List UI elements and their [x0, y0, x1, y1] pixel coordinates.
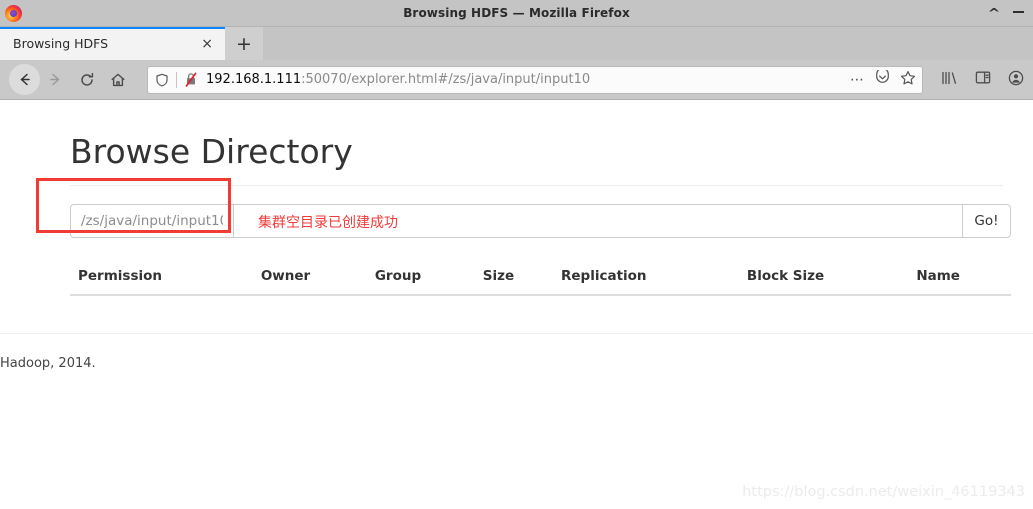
browser-toolbar-right	[931, 70, 1024, 90]
window-controls: ^	[988, 7, 1033, 19]
url-path: :50070/explorer.html#/zs/java/input/inpu…	[301, 72, 591, 87]
back-arrow-icon[interactable]	[9, 64, 40, 95]
go-button[interactable]: Go!	[962, 204, 1011, 238]
path-input[interactable]	[70, 204, 234, 238]
path-form-row: Go! 集群空目录已创建成功	[36, 178, 1011, 250]
library-icon[interactable]	[941, 70, 958, 90]
chevron-up-icon[interactable]: ^	[988, 7, 1001, 19]
url-divider	[176, 71, 177, 88]
star-icon[interactable]	[900, 70, 916, 90]
pocket-icon[interactable]	[875, 67, 890, 89]
directory-listing-table: Permission Owner Group Size Replication …	[70, 260, 1011, 296]
page-content: Browse Directory Go! 集群空目录已创建成功 Permissi…	[0, 100, 1033, 508]
table-header-row: Permission Owner Group Size Replication …	[70, 260, 1011, 296]
close-icon[interactable]: ×	[197, 35, 217, 53]
home-icon[interactable]	[102, 64, 133, 95]
column-header-owner[interactable]: Owner	[252, 260, 367, 296]
annotation-note: 集群空目录已创建成功	[258, 215, 398, 231]
firefox-logo	[5, 4, 22, 22]
url-text[interactable]: 192.168.1.111:50070/explorer.html#/zs/ja…	[206, 72, 842, 87]
url-host: 192.168.1.111	[206, 72, 302, 87]
page-title: Browse Directory	[70, 132, 353, 171]
plus-icon[interactable]: +	[225, 27, 263, 60]
column-header-block-size[interactable]: Block Size	[738, 260, 909, 296]
url-bar[interactable]: 192.168.1.111:50070/explorer.html#/zs/ja…	[147, 65, 923, 94]
tab-strip: Browsing HDFS × +	[0, 27, 1033, 60]
table-header: Permission Owner Group Size Replication …	[70, 260, 1011, 296]
column-header-size[interactable]: Size	[474, 260, 553, 296]
window-title-bar: Browsing HDFS — Mozilla Firefox ^	[0, 0, 1033, 27]
reload-icon[interactable]	[71, 64, 102, 95]
window-title: Browsing HDFS — Mozilla Firefox	[403, 6, 630, 20]
content-divider-bottom	[0, 333, 1033, 334]
path-input-group: Go!	[70, 204, 1011, 238]
column-header-replication[interactable]: Replication	[552, 260, 739, 296]
content-container: Browse Directory Go! 集群空目录已创建成功 Permissi…	[0, 100, 1033, 296]
ellipsis-icon[interactable]: ⋯	[850, 72, 865, 88]
tab-label: Browsing HDFS	[13, 36, 109, 51]
watermark: https://blog.csdn.net/weixin_46119343	[742, 484, 1025, 500]
browser-tab[interactable]: Browsing HDFS ×	[0, 27, 225, 60]
lock-crossed-out-icon[interactable]	[184, 72, 198, 87]
navigation-toolbar: 192.168.1.111:50070/explorer.html#/zs/ja…	[0, 60, 1033, 100]
column-header-permission[interactable]: Permission	[70, 260, 253, 296]
account-avatar-icon[interactable]	[1008, 70, 1024, 90]
page-footer: Hadoop, 2014.	[0, 356, 96, 371]
url-action-icons: ⋯	[842, 67, 916, 90]
sidebar-icon[interactable]	[975, 70, 991, 89]
column-header-name[interactable]: Name	[908, 260, 1011, 296]
forward-arrow-icon	[40, 64, 71, 95]
shield-icon[interactable]	[155, 73, 169, 87]
column-header-group[interactable]: Group	[366, 260, 475, 296]
minimize-icon[interactable]	[1013, 11, 1024, 13]
